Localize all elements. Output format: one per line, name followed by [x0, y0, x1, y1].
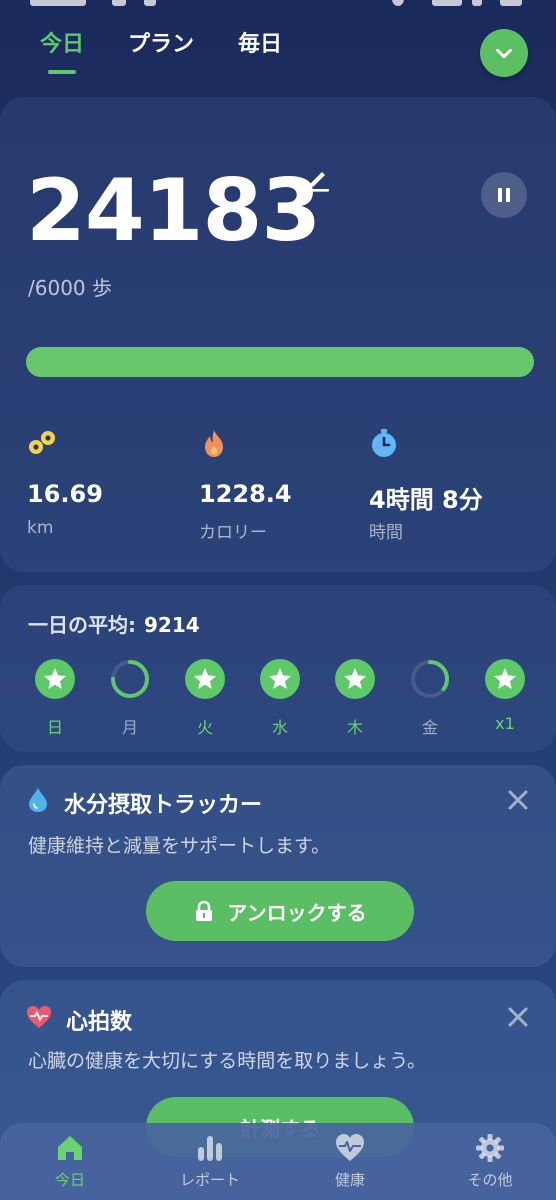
daily-average-label: 一日の平均: [28, 613, 136, 637]
star-badge-icon [335, 659, 375, 699]
distance-unit: km [27, 518, 54, 538]
status-icon-fragment [144, 0, 156, 6]
heart-rate-description: 心臓の健康を大切にする時間を取りましょう。 [28, 1050, 427, 1072]
weekday-item: 日 [30, 658, 80, 738]
stat-distance: 16.69 km [27, 428, 103, 538]
star-badge-icon [485, 659, 525, 699]
daily-average-title: 一日の平均: 9214 [28, 609, 200, 638]
nav-other-label: その他 [467, 1171, 513, 1189]
water-drop-icon [29, 788, 47, 812]
progress-ring-icon [411, 660, 449, 698]
unlock-button[interactable]: アンロックする [146, 881, 414, 941]
water-tracker-description: 健康維持と減量をサポートします。 [28, 835, 331, 857]
weekday-label: x1 [495, 714, 515, 733]
water-tracker-title: 水分摂取トラッカー [64, 793, 263, 818]
calories-unit: カロリー [199, 523, 267, 543]
steps-goal: /6000 歩 [28, 276, 112, 300]
home-icon [58, 1136, 82, 1160]
steps-count: 24183 [26, 161, 321, 261]
time-unit: 時間 [369, 523, 403, 543]
heart-rate-title: 心拍数 [66, 1010, 133, 1035]
status-battery-fragment [500, 0, 522, 6]
status-bar [0, 0, 556, 10]
edit-icon[interactable] [302, 164, 332, 194]
pause-icon-bar [506, 188, 510, 202]
stopwatch-icon [372, 429, 396, 457]
close-icon[interactable] [507, 789, 529, 811]
weekday-label: 水 [271, 718, 288, 737]
lock-icon [196, 900, 213, 921]
weekday-label: 日 [46, 718, 63, 737]
weekday-label: 木 [346, 718, 363, 737]
tab-today[interactable]: 今日 [40, 26, 84, 74]
weekday-item: 木 [330, 658, 380, 738]
nav-health-label: 健康 [334, 1171, 365, 1189]
nav-report-label: レポート [179, 1171, 240, 1189]
bar-chart-icon [198, 1136, 222, 1161]
weekday-label: 月 [121, 718, 138, 737]
weekday-label: 火 [196, 718, 213, 737]
weekday-item: x1 [480, 658, 530, 733]
status-signal-fragment [432, 0, 462, 6]
nav-health[interactable]: 健康 [300, 1133, 400, 1190]
heart-pulse-icon [336, 1134, 364, 1161]
steps-progress-fill [26, 347, 534, 377]
nav-other[interactable]: その他 [440, 1133, 540, 1190]
time-value: 4時間 8分 [369, 486, 483, 514]
close-icon[interactable] [507, 1006, 529, 1028]
expand-button[interactable] [480, 29, 528, 77]
nav-today[interactable]: 今日 [20, 1133, 120, 1190]
stat-calories: 1228.4 カロリー [199, 428, 292, 543]
unlock-button-label: アンロックする [227, 900, 367, 925]
pause-icon [498, 188, 502, 202]
bottom-navigation: 今日 レポート 健康 その他 [0, 1123, 556, 1200]
weekday-item: 月 [105, 658, 155, 738]
distance-value: 16.69 [27, 480, 103, 508]
stat-time: 4時間 8分 時間 [369, 428, 483, 543]
gear-icon [476, 1134, 504, 1162]
star-badge-icon [185, 659, 225, 699]
status-icon-fragment [392, 0, 404, 6]
weekday-item: 金 [405, 658, 455, 738]
weekday-item: 火 [180, 658, 230, 738]
weekday-item: 水 [255, 658, 305, 738]
nav-today-label: 今日 [54, 1171, 85, 1189]
daily-average-value: 9214 [144, 613, 200, 637]
flame-icon [205, 430, 223, 457]
progress-ring-icon [111, 660, 149, 698]
heart-icon [27, 1006, 51, 1028]
status-signal-fragment [472, 0, 482, 6]
status-time-fragment [30, 0, 86, 6]
tab-daily[interactable]: 毎日 [238, 26, 282, 74]
route-icon [29, 431, 55, 454]
pause-button[interactable] [481, 172, 527, 218]
calories-value: 1228.4 [199, 480, 292, 508]
star-badge-icon [260, 659, 300, 699]
chevron-down-icon [496, 48, 512, 59]
tab-plan[interactable]: プラン [128, 26, 194, 74]
status-icon-fragment [112, 0, 126, 6]
nav-report[interactable]: レポート [160, 1133, 260, 1190]
star-badge-icon [35, 659, 75, 699]
steps-progress-bar [26, 347, 534, 377]
weekday-label: 金 [421, 718, 438, 737]
top-tabs: 今日 プラン 毎日 [40, 26, 326, 74]
